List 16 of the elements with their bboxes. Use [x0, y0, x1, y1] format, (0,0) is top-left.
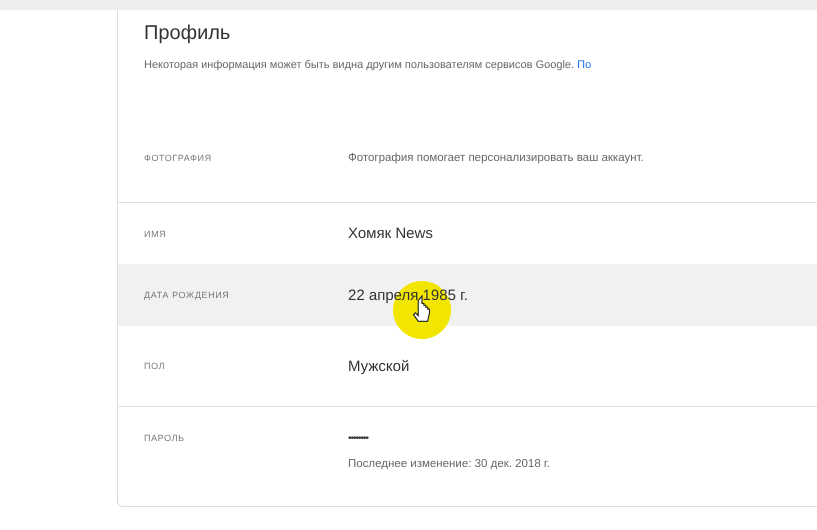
more-link[interactable]: По	[577, 59, 592, 71]
profile-row[interactable]: ПОЛ Мужской	[118, 326, 817, 406]
field-value: Мужской	[348, 358, 410, 374]
field-label: ПОЛ	[144, 361, 166, 371]
password-value: ••••••••	[348, 433, 370, 444]
field-value: Фотография помогает персонализировать ваш аккаунт.	[348, 152, 644, 164]
field-note: Последнее изменение: 30 дек. 2018 г.	[348, 458, 550, 470]
profile-row[interactable]: ФОТОГРАФИЯ Фотография помогает персонализировать ваш аккаунт.	[118, 71, 817, 202]
section-title: Профиль	[143, 21, 232, 45]
field-label: ИМЯ	[144, 228, 168, 238]
field-label: ПАРОЛЬ	[144, 433, 186, 443]
field-label: ДАТА РОЖДЕНИЯ	[144, 290, 230, 300]
field-value: Хомяк News	[348, 225, 433, 242]
section-description: Некоторая информация может быть видна другим пользователям сервисов Google.	[144, 59, 574, 71]
field-label: ФОТОГРАФИЯ	[144, 152, 213, 162]
profile-row[interactable]: ПАРОЛЬ •••••••• Последнее изменение: 30 дек. 2018 г.	[118, 406, 817, 502]
